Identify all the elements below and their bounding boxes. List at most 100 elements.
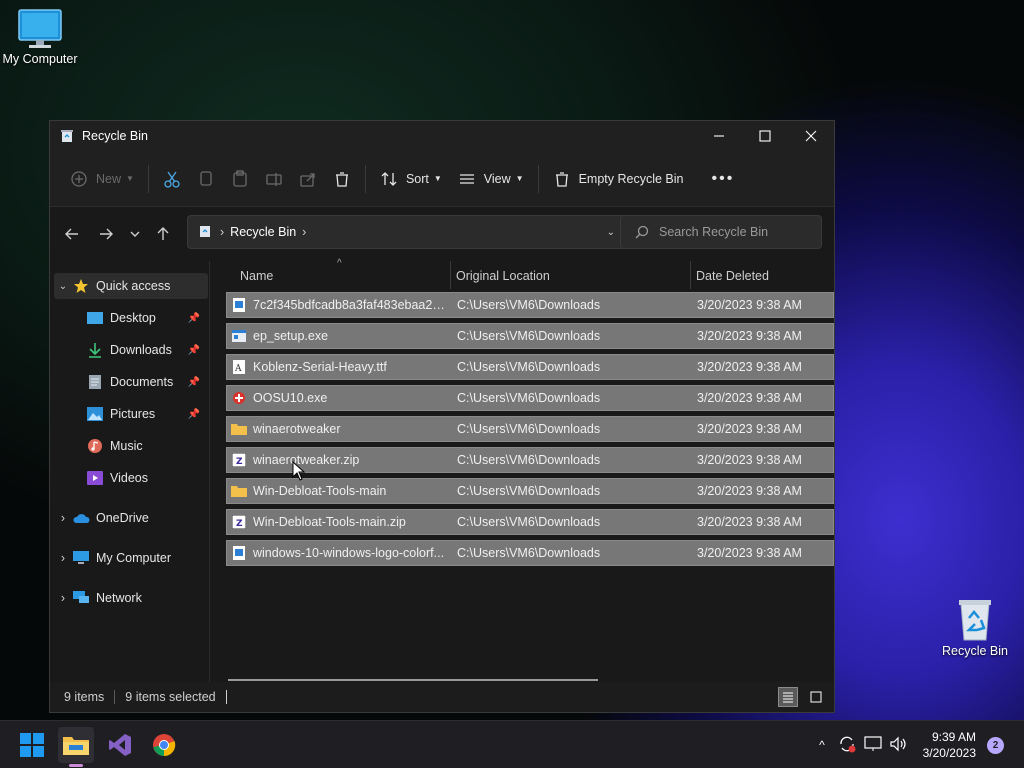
minimize-button[interactable] [696, 121, 742, 151]
videos-icon [86, 469, 104, 487]
file-row[interactable]: Z Win-Debloat-Tools-main.zip C:\Users\VM… [226, 509, 834, 535]
file-location: C:\Users\VM6\Downloads [457, 422, 601, 436]
window-title: Recycle Bin [82, 129, 148, 143]
file-row[interactable]: OOSU10.exe C:\Users\VM6\Downloads 3/20/2… [226, 385, 834, 411]
file-row[interactable]: A Koblenz-Serial-Heavy.ttf C:\Users\VM6\… [226, 354, 834, 380]
taskbar-visual-studio[interactable] [102, 727, 138, 763]
file-name: Win-Debloat-Tools-main [253, 484, 387, 498]
details-view-button[interactable] [778, 687, 798, 707]
up-button[interactable] [148, 218, 178, 250]
sidebar-item-network[interactable]: › Network [54, 585, 208, 611]
details-view-icon [783, 692, 793, 703]
chevron-down-icon[interactable]: ⌄ [54, 281, 72, 292]
file-row[interactable]: Z winaerotweaker.zip C:\Users\VM6\Downlo… [226, 447, 834, 473]
sidebar-item-documents[interactable]: Documents 📌 [86, 369, 206, 395]
desktop-icon-my-computer[interactable]: My Computer [0, 8, 80, 66]
tiles-view-button[interactable] [806, 687, 826, 707]
paste-button[interactable] [223, 162, 257, 196]
clock-time: 9:39 AM [931, 730, 976, 744]
arrow-left-icon [65, 228, 78, 240]
notification-badge[interactable]: 2 [987, 737, 1004, 754]
close-button[interactable] [788, 121, 834, 151]
music-icon [86, 437, 104, 455]
copy-button[interactable] [189, 162, 223, 196]
file-location: C:\Users\VM6\Downloads [457, 391, 601, 405]
sidebar-item-downloads[interactable]: Downloads 📌 [86, 337, 206, 363]
recycle-bin-icon [935, 596, 1015, 642]
pin-icon[interactable]: 📌 [188, 377, 200, 388]
more-options-button[interactable]: ••• [704, 162, 743, 196]
file-name: ep_setup.exe [253, 329, 329, 343]
taskbar-file-explorer[interactable] [58, 727, 94, 767]
file-row[interactable]: Win-Debloat-Tools-main C:\Users\VM6\Down… [226, 478, 834, 504]
sidebar-item-desktop[interactable]: Desktop 📌 [86, 305, 206, 331]
sidebar-item-music[interactable]: Music [86, 433, 206, 459]
divider [225, 690, 227, 704]
pin-icon[interactable]: 📌 [188, 313, 200, 324]
show-hidden-icons-button[interactable]: ^ [814, 738, 830, 752]
chevron-right-icon[interactable]: › [54, 511, 72, 525]
sidebar-item-quick-access[interactable]: ⌄ Quick access [54, 273, 208, 299]
paste-icon [233, 169, 247, 187]
maximize-button[interactable] [742, 121, 788, 151]
chevron-down-icon: ▼ [515, 174, 524, 183]
file-location: C:\Users\VM6\Downloads [457, 484, 601, 498]
back-button[interactable] [56, 218, 88, 250]
share-button[interactable] [291, 162, 325, 196]
horizontal-scrollbar[interactable] [228, 679, 598, 681]
recent-locations-button[interactable] [122, 218, 148, 250]
minimize-icon [714, 135, 724, 137]
column-divider[interactable] [690, 261, 691, 289]
chevron-down-icon [130, 231, 140, 237]
file-location: C:\Users\VM6\Downloads [457, 515, 601, 529]
file-date: 3/20/2023 9:38 AM [697, 515, 802, 529]
view-button[interactable]: View ▼ [450, 162, 532, 196]
image-file-icon [231, 545, 247, 561]
volume-icon[interactable] [890, 736, 908, 755]
start-button[interactable] [14, 727, 50, 763]
column-header-location[interactable]: Original Location [456, 269, 550, 283]
search-box[interactable]: Search Recycle Bin [620, 215, 822, 249]
title-bar[interactable]: Recycle Bin [50, 121, 834, 151]
rename-button[interactable] [257, 162, 291, 196]
file-row[interactable]: ep_setup.exe C:\Users\VM6\Downloads 3/20… [226, 323, 834, 349]
sidebar-item-my-computer[interactable]: › My Computer [54, 545, 208, 571]
cut-button[interactable] [155, 162, 189, 196]
file-date: 3/20/2023 9:38 AM [697, 484, 802, 498]
column-header-row: Name ^ Original Location Date Deleted [210, 258, 834, 291]
pin-icon[interactable]: 📌 [188, 409, 200, 420]
address-bar[interactable]: › Recycle Bin › ⌄ [187, 215, 652, 249]
pin-icon[interactable]: 📌 [188, 345, 200, 356]
copy-icon [200, 170, 212, 186]
file-location: C:\Users\VM6\Downloads [457, 329, 601, 343]
forward-button[interactable] [90, 218, 122, 250]
taskbar-chrome[interactable] [146, 727, 182, 763]
sidebar-item-pictures[interactable]: Pictures 📌 [86, 401, 206, 427]
file-date: 3/20/2023 9:38 AM [697, 422, 802, 436]
file-row[interactable]: winaerotweaker C:\Users\VM6\Downloads 3/… [226, 416, 834, 442]
new-button[interactable]: New ▼ [62, 162, 142, 196]
address-history-dropdown[interactable]: ⌄ [607, 227, 615, 238]
chevron-right-icon[interactable]: › [54, 591, 72, 605]
sidebar-item-label: Music [110, 439, 143, 453]
search-placeholder[interactable]: Search Recycle Bin [659, 225, 768, 239]
desktop-icon-recycle-bin[interactable]: Recycle Bin [935, 596, 1015, 658]
taskbar-clock[interactable]: 9:39 AM 3/20/2023 [923, 729, 976, 761]
sort-button[interactable]: Sort ▼ [372, 162, 450, 196]
column-header-date[interactable]: Date Deleted [696, 269, 769, 283]
sync-status-icon[interactable] [838, 735, 856, 756]
network-icon[interactable] [864, 735, 882, 755]
breadcrumb-recycle-bin[interactable]: Recycle Bin [230, 225, 296, 239]
file-row[interactable]: windows-10-windows-logo-colorf... C:\Use… [226, 540, 834, 566]
delete-button[interactable] [325, 162, 359, 196]
chrome-icon [153, 734, 176, 757]
item-count: 9 items [64, 690, 105, 704]
empty-recycle-bin-button[interactable]: Empty Recycle Bin [545, 162, 692, 196]
column-divider[interactable] [450, 261, 451, 289]
column-header-name[interactable]: Name [240, 269, 273, 283]
sidebar-item-onedrive[interactable]: › OneDrive [54, 505, 208, 531]
chevron-right-icon[interactable]: › [54, 551, 72, 565]
sidebar-item-videos[interactable]: Videos [86, 465, 206, 491]
file-name: 7c2f345bdfcadb8a3faf483ebaa2e9a... [253, 298, 447, 312]
file-row[interactable]: 7c2f345bdfcadb8a3faf483ebaa2e9a... C:\Us… [226, 292, 834, 318]
